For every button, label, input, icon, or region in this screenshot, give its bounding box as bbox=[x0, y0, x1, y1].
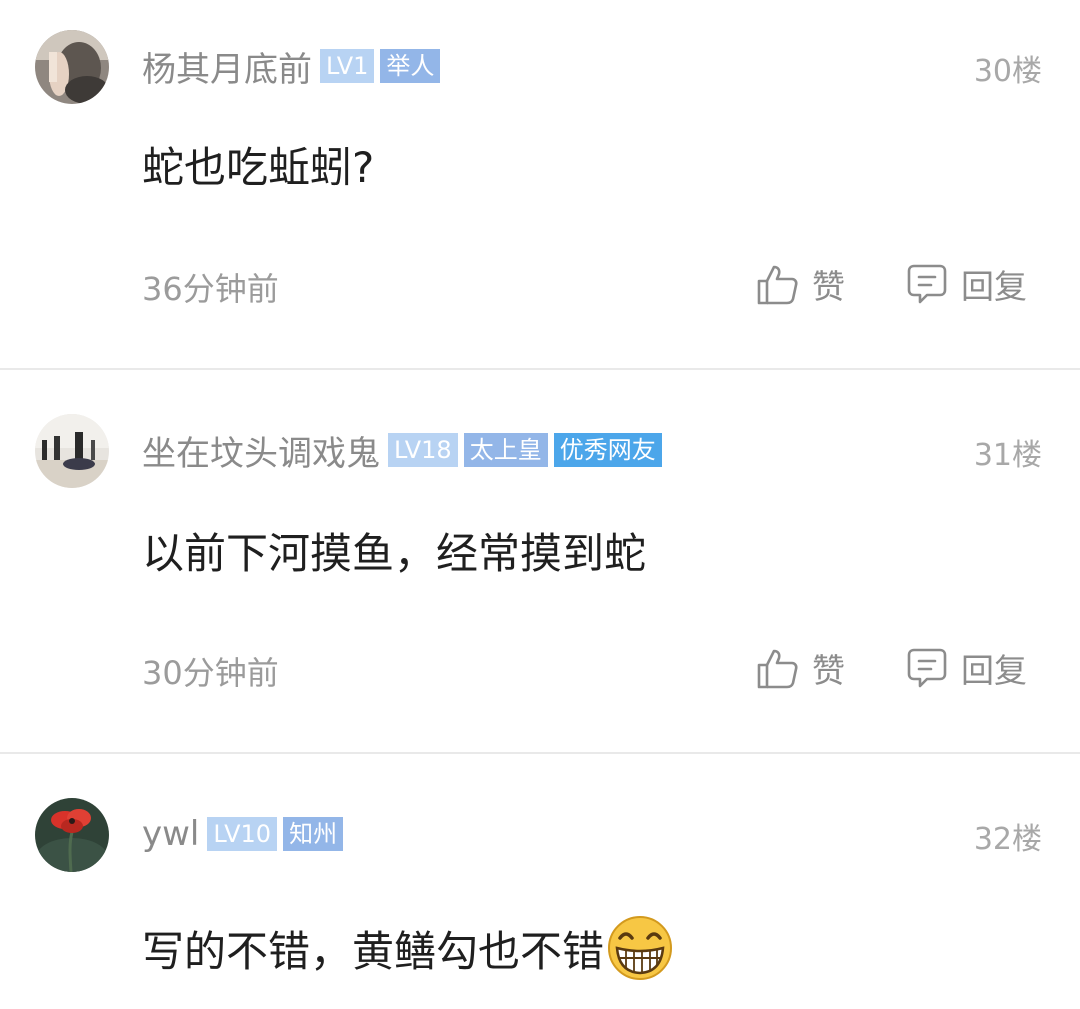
like-button[interactable]: 赞 bbox=[756, 260, 845, 308]
comment-header: 杨其月底前 LV1 举人 bbox=[142, 46, 446, 90]
reply-label: 回复 bbox=[961, 267, 1027, 306]
level-badge: LV18 bbox=[388, 433, 458, 467]
username[interactable]: 杨其月底前 bbox=[142, 42, 312, 91]
grinning-face-icon bbox=[606, 914, 674, 982]
title-badge: 太上皇 bbox=[463, 433, 548, 467]
comment-text: 蛇也吃蚯蚓? bbox=[142, 143, 375, 192]
comment-item: 杨其月底前 LV1 举人 30楼 蛇也吃蚯蚓? 36分钟前 赞 回复 bbox=[0, 0, 1080, 368]
reply-label: 回复 bbox=[961, 651, 1027, 690]
like-label: 赞 bbox=[812, 267, 845, 306]
like-button[interactable]: 赞 bbox=[756, 644, 845, 692]
comment-header: ywl LV10 知州 bbox=[142, 814, 349, 854]
comment-text: 写的不错，黄鳝勾也不错 bbox=[142, 914, 674, 982]
level-badge: LV1 bbox=[320, 49, 375, 83]
username[interactable]: 坐在坟头调戏鬼 bbox=[142, 426, 380, 475]
honor-badge: 优秀网友 bbox=[553, 433, 662, 467]
timestamp: 30分钟前 bbox=[142, 654, 279, 692]
comment-bubble-icon bbox=[905, 646, 961, 690]
username[interactable]: ywl bbox=[142, 814, 199, 854]
reply-button[interactable]: 回复 bbox=[905, 260, 1027, 308]
floor-number: 30楼 bbox=[973, 54, 1042, 89]
floor-number: 32楼 bbox=[973, 822, 1042, 857]
avatar[interactable] bbox=[35, 414, 109, 488]
title-badge: 举人 bbox=[380, 49, 441, 83]
comment-text-body: 写的不错，黄鳝勾也不错 bbox=[142, 926, 605, 976]
comment-item: 坐在坟头调戏鬼 LV18 太上皇 优秀网友 31楼 以前下河摸鱼，经常摸到蛇 3… bbox=[0, 370, 1080, 752]
thumbs-up-icon bbox=[756, 262, 812, 306]
comment-text: 以前下河摸鱼，经常摸到蛇 bbox=[142, 529, 647, 578]
floor-number: 31楼 bbox=[973, 438, 1042, 473]
avatar[interactable] bbox=[35, 798, 109, 872]
timestamp: 36分钟前 bbox=[142, 270, 279, 308]
comment-header: 坐在坟头调戏鬼 LV18 太上皇 优秀网友 bbox=[142, 430, 668, 474]
comment-item: ywl LV10 知州 32楼 写的不错，黄鳝勾也不错 bbox=[0, 754, 1080, 1009]
thumbs-up-icon bbox=[756, 646, 812, 690]
reply-button[interactable]: 回复 bbox=[905, 644, 1027, 692]
comment-bubble-icon bbox=[905, 262, 961, 306]
level-badge: LV10 bbox=[207, 817, 278, 851]
title-badge: 知州 bbox=[283, 817, 344, 851]
avatar[interactable] bbox=[35, 30, 109, 104]
like-label: 赞 bbox=[812, 651, 845, 690]
